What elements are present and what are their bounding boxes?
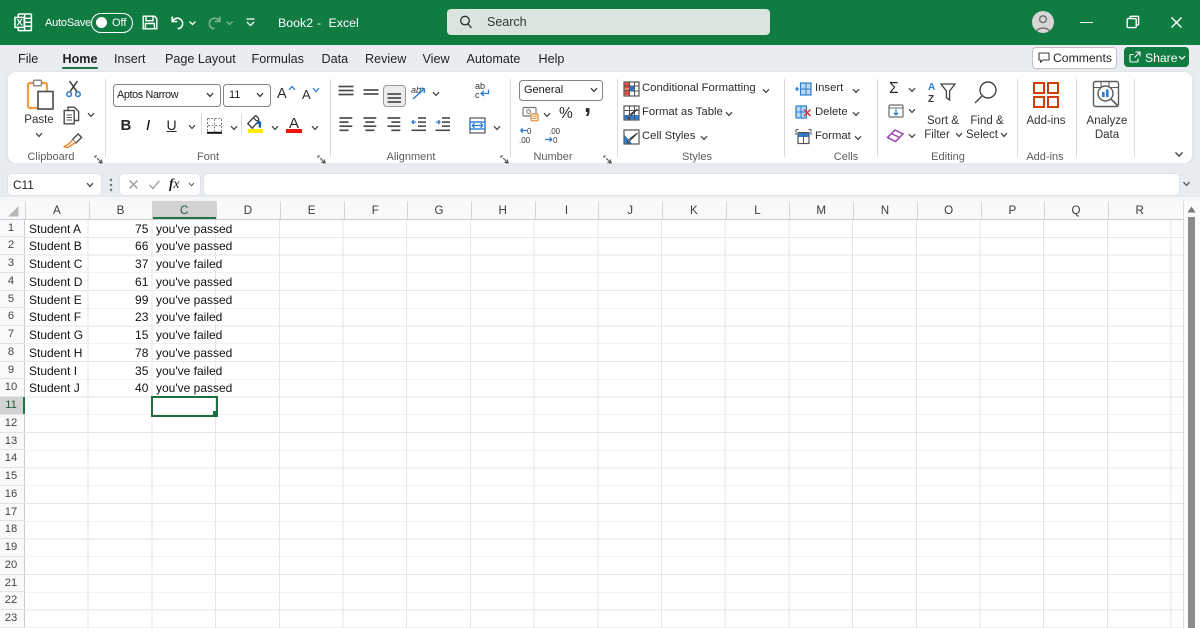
- svg-text:.00: .00: [549, 127, 561, 136]
- svg-text:X: X: [16, 18, 23, 29]
- svg-text:0: 0: [527, 127, 532, 136]
- svg-text:A: A: [928, 82, 935, 93]
- svg-text:0: 0: [553, 136, 558, 145]
- svg-text:Z: Z: [928, 94, 934, 104]
- svg-text:c: c: [475, 90, 480, 100]
- svg-text:.00: .00: [519, 136, 531, 145]
